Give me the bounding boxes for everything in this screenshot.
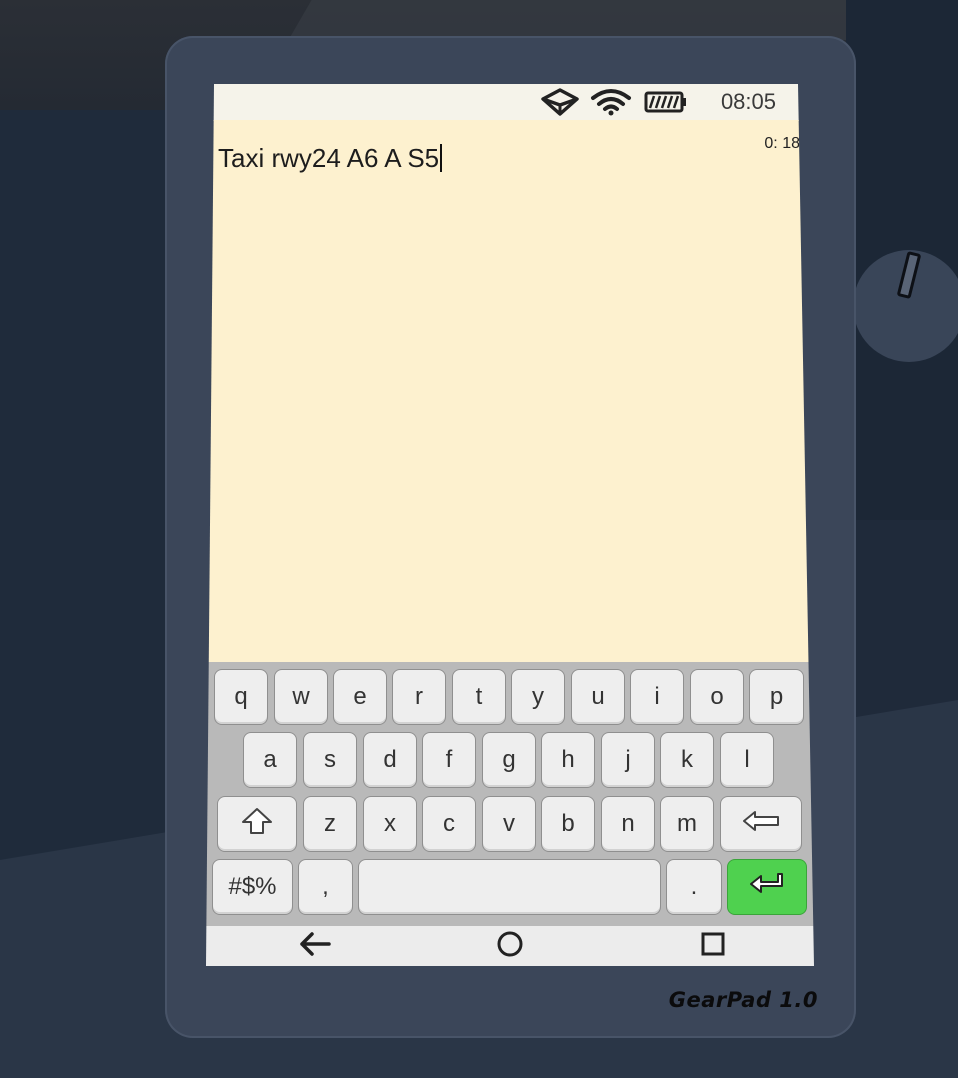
key-o[interactable]: o — [690, 669, 744, 725]
device-brand-label: GearPad 1.0 — [668, 988, 818, 1012]
note-text-area[interactable]: 0: 18 Taxi rwy24 A6 A S5 — [206, 120, 814, 662]
key-m[interactable]: m — [660, 796, 714, 852]
shift-icon — [240, 806, 274, 843]
key-v[interactable]: v — [482, 796, 536, 852]
key-y[interactable]: y — [511, 669, 565, 725]
back-button[interactable] — [285, 926, 345, 966]
key-j[interactable]: j — [601, 732, 655, 788]
key-a[interactable]: a — [243, 732, 297, 788]
key-x[interactable]: x — [363, 796, 417, 852]
home-icon — [495, 929, 525, 964]
period-key[interactable]: . — [666, 859, 722, 915]
recents-icon — [700, 931, 726, 962]
note-content[interactable]: Taxi rwy24 A6 A S5 — [218, 143, 443, 174]
shift-key[interactable] — [217, 796, 297, 852]
backspace-icon — [741, 809, 781, 840]
key-w[interactable]: w — [274, 669, 328, 725]
battery-icon — [644, 87, 688, 117]
text-cursor — [440, 144, 443, 172]
home-button[interactable] — [480, 926, 540, 966]
character-counter: 0: 18 — [764, 135, 800, 152]
key-k[interactable]: k — [660, 732, 714, 788]
wifi-icon — [589, 87, 633, 117]
recents-button[interactable] — [683, 926, 743, 966]
backspace-key[interactable] — [720, 796, 802, 852]
symbols-key[interactable]: #$% — [212, 859, 293, 915]
tablet-screen: 08:05 0: 18 Taxi rwy24 A6 A S5 q w e r t… — [206, 84, 814, 966]
key-q[interactable]: q — [214, 669, 268, 725]
key-e[interactable]: e — [333, 669, 387, 725]
status-bar: 08:05 — [206, 84, 814, 121]
key-g[interactable]: g — [482, 732, 536, 788]
enter-key[interactable] — [727, 859, 807, 915]
comma-key[interactable]: , — [298, 859, 353, 915]
key-b[interactable]: b — [541, 796, 595, 852]
key-z[interactable]: z — [303, 796, 357, 852]
key-n[interactable]: n — [601, 796, 655, 852]
key-i[interactable]: i — [630, 669, 684, 725]
enter-icon — [747, 871, 787, 904]
vr-headset-icon — [538, 87, 582, 117]
back-icon — [297, 930, 333, 963]
key-p[interactable]: p — [749, 669, 804, 725]
on-screen-keyboard: q w e r t y u i o p a s d f g h j k l z … — [206, 662, 814, 926]
key-l[interactable]: l — [720, 732, 774, 788]
status-time: 08:05 — [720, 89, 776, 114]
note-text: Taxi rwy24 A6 A S5 — [218, 143, 440, 173]
key-t[interactable]: t — [452, 669, 506, 725]
key-c[interactable]: c — [422, 796, 476, 852]
space-key[interactable] — [358, 859, 661, 915]
key-r[interactable]: r — [392, 669, 446, 725]
key-d[interactable]: d — [363, 732, 417, 788]
key-f[interactable]: f — [422, 732, 476, 788]
navigation-bar — [206, 926, 814, 966]
key-s[interactable]: s — [303, 732, 357, 788]
key-h[interactable]: h — [541, 732, 595, 788]
key-u[interactable]: u — [571, 669, 625, 725]
